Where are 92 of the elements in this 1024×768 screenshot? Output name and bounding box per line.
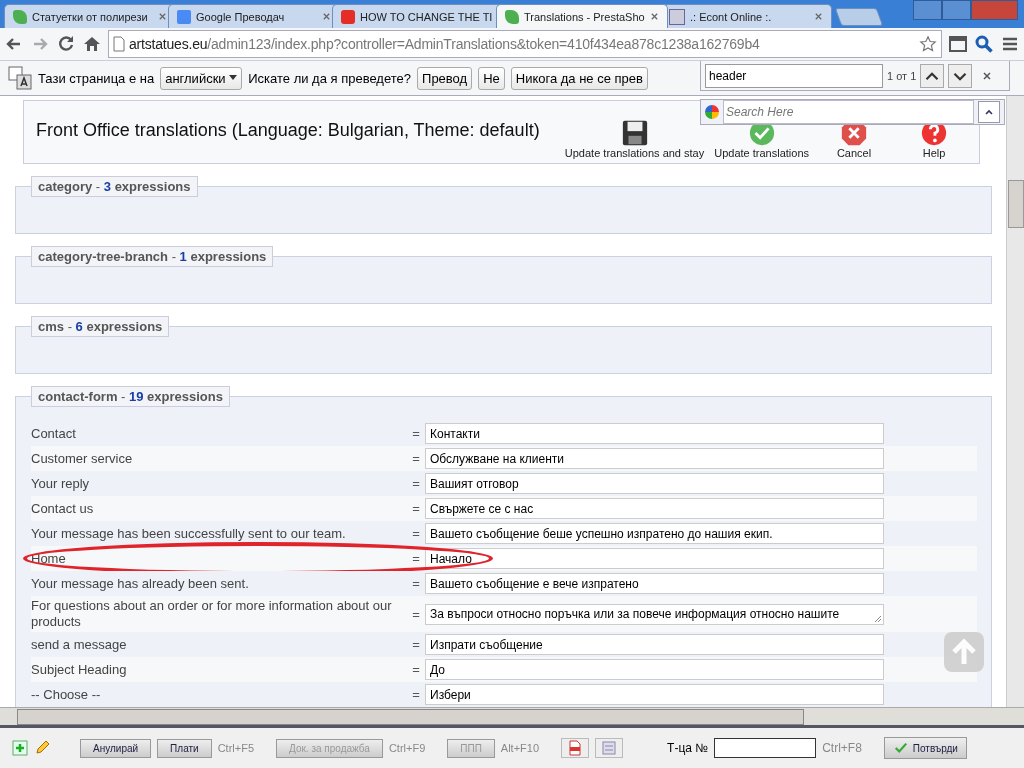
equals-sign: = xyxy=(411,526,421,541)
address-bar[interactable]: artstatues.eu/admin123/index.php?controller=AdminTranslations&token=410f434ea878c1238a162769b4 xyxy=(108,30,942,58)
page-icon xyxy=(113,36,125,52)
colored-dots-icon xyxy=(705,105,719,119)
equals-sign: = xyxy=(411,576,421,591)
previous-match-button[interactable] xyxy=(920,63,945,88)
source-text: Your reply xyxy=(31,474,91,493)
equals-sign: = xyxy=(411,476,421,491)
document-icon xyxy=(669,8,685,25)
source-text: -- Choose -- xyxy=(31,685,102,704)
section-legend[interactable]: cms - 6 expressions xyxy=(31,316,170,337)
translate-button[interactable]: Никога да не се прев xyxy=(510,66,648,90)
equals-sign: = xyxy=(411,451,421,466)
action-button[interactable]: Анулирай xyxy=(80,738,152,758)
home-icon[interactable] xyxy=(82,34,102,54)
pdf-icon xyxy=(567,740,584,756)
pdf-button[interactable] xyxy=(561,738,590,758)
play-icon xyxy=(341,9,355,24)
equals-sign: = xyxy=(411,426,421,441)
translation-field[interactable]: Избери xyxy=(425,684,884,705)
section-legend[interactable]: category-tree-branch - 1 expressions xyxy=(31,246,274,267)
source-text: Contact xyxy=(31,424,77,443)
translate-button[interactable]: Превод xyxy=(417,66,473,90)
equals-sign: = xyxy=(411,551,421,566)
translation-field[interactable]: Обслужване на клиенти xyxy=(425,448,884,469)
action-button[interactable]: Плати xyxy=(157,738,212,758)
translation-field[interactable]: Начало xyxy=(425,548,884,569)
translation-field[interactable]: Вашето съобщение беше успешно изпратено до нашия екип. xyxy=(425,523,884,544)
translation-field[interactable]: Изпрати съобщение xyxy=(425,634,884,655)
reload-icon[interactable] xyxy=(56,34,76,54)
number-field[interactable] xyxy=(714,738,817,758)
equals-sign: = xyxy=(411,606,421,622)
language-dropdown[interactable]: английски xyxy=(160,66,243,90)
close-icon[interactable] xyxy=(158,12,167,21)
window-icon[interactable] xyxy=(948,34,968,54)
equals-sign: = xyxy=(411,687,421,702)
equals-sign: = xyxy=(411,662,421,677)
translation-field[interactable]: Вашето съобщение е вече изпратено xyxy=(425,573,884,594)
source-text: Contact us xyxy=(31,499,95,518)
source-text: Your message has been successfully sent to our team. xyxy=(31,524,347,543)
new-tab-button[interactable] xyxy=(834,8,884,26)
horizontal-scrollbar[interactable] xyxy=(0,707,1024,725)
vertical-scrollbar[interactable] xyxy=(1006,96,1024,707)
toolbar-button[interactable]: Update translations and stay xyxy=(560,119,709,159)
section-legend[interactable]: contact-form - 19 expressions xyxy=(31,386,230,407)
chevron-up-icon xyxy=(984,107,994,117)
search-icon[interactable] xyxy=(974,34,994,54)
source-text: Your message has already been sent. xyxy=(31,574,250,593)
translate-button[interactable]: Не xyxy=(478,66,505,90)
equals-sign: = xyxy=(411,637,421,652)
leaf-icon xyxy=(505,9,519,24)
source-text: Customer service xyxy=(31,449,134,468)
translation-field[interactable]: Контакти xyxy=(425,423,884,444)
minimize-button[interactable] xyxy=(913,0,942,20)
shortcut-hint: Alt+F10 xyxy=(500,742,540,754)
field-label: Т-ца № xyxy=(667,741,709,755)
match-count: 1 от 1 xyxy=(887,69,917,82)
shortcut-hint: Ctrl+F8 xyxy=(822,741,862,755)
translation-field[interactable]: Вашият отговор xyxy=(425,473,884,494)
close-icon[interactable] xyxy=(322,12,331,21)
section-legend[interactable]: category - 3 expressions xyxy=(31,176,198,197)
collapse-button[interactable] xyxy=(978,101,1000,123)
star-icon[interactable] xyxy=(919,35,937,53)
close-icon[interactable] xyxy=(814,12,823,21)
maximize-button[interactable] xyxy=(942,0,971,20)
close-icon[interactable] xyxy=(982,70,993,81)
list-icon xyxy=(601,740,618,756)
translation-field[interactable]: Свържете се с нас xyxy=(425,498,884,519)
translate-prompt: Тази страница е на xyxy=(38,70,155,86)
translation-textarea[interactable]: За въпроси относно поръчка или за повече информация относно нашите xyxy=(425,603,884,625)
source-text: send a message xyxy=(31,635,128,654)
translate-icon xyxy=(177,9,191,24)
search-field[interactable]: Search Here xyxy=(723,100,974,124)
leaf-icon xyxy=(13,9,27,24)
page-title: Front Office translations (Language: Bulgarian, Theme: default) xyxy=(36,119,540,141)
translate-icon xyxy=(8,66,32,90)
add-icon[interactable] xyxy=(12,740,28,756)
shortcut-hint: Ctrl+F5 xyxy=(217,742,254,754)
shortcut-hint: Ctrl+F9 xyxy=(388,742,426,754)
confirm-button[interactable]: Потвърди xyxy=(883,737,967,759)
translate-question: Искате ли да я преведете? xyxy=(248,70,412,86)
check-icon xyxy=(892,741,909,755)
close-icon[interactable] xyxy=(650,12,659,21)
source-text: Subject Heading xyxy=(31,660,128,679)
translation-field[interactable]: До xyxy=(425,659,884,680)
source-text: For questions about an order or for more information about our products xyxy=(31,597,393,631)
equals-sign: = xyxy=(411,501,421,516)
find-field[interactable]: header xyxy=(705,63,883,88)
source-text: Home xyxy=(31,549,67,568)
browser-tab[interactable]: Translations - PrestaSho xyxy=(496,4,668,28)
pencil-icon[interactable] xyxy=(34,740,50,756)
next-match-button[interactable] xyxy=(948,63,973,88)
